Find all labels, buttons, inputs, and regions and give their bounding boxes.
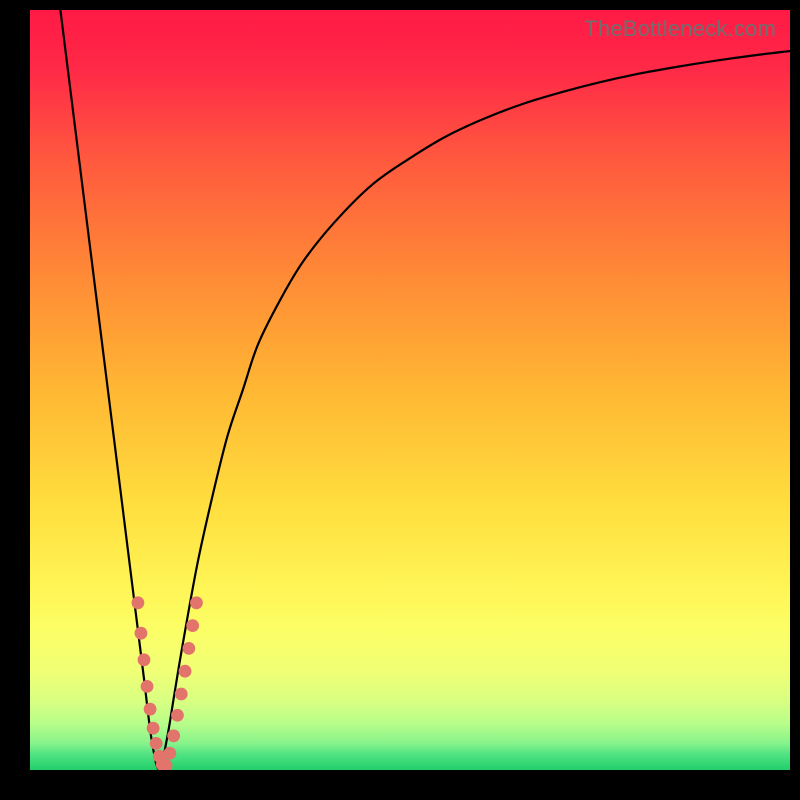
bottleneck-curve <box>60 10 790 770</box>
data-point <box>175 688 188 701</box>
data-point <box>190 596 203 609</box>
data-points <box>132 596 203 770</box>
curve-layer <box>30 10 790 770</box>
data-point <box>138 653 151 666</box>
data-point <box>186 619 199 632</box>
plot-area: TheBottleneck.com <box>30 10 790 770</box>
data-point <box>163 747 176 760</box>
chart-frame: TheBottleneck.com <box>0 0 800 800</box>
data-point <box>179 665 192 678</box>
data-point <box>144 703 157 716</box>
data-point <box>182 642 195 655</box>
data-point <box>171 709 184 722</box>
data-point <box>150 737 163 750</box>
data-point <box>132 596 145 609</box>
curve-path <box>60 10 790 770</box>
data-point <box>147 722 160 735</box>
data-point <box>141 680 154 693</box>
watermark-text: TheBottleneck.com <box>584 16 776 42</box>
data-point <box>167 729 180 742</box>
data-point <box>135 627 148 640</box>
